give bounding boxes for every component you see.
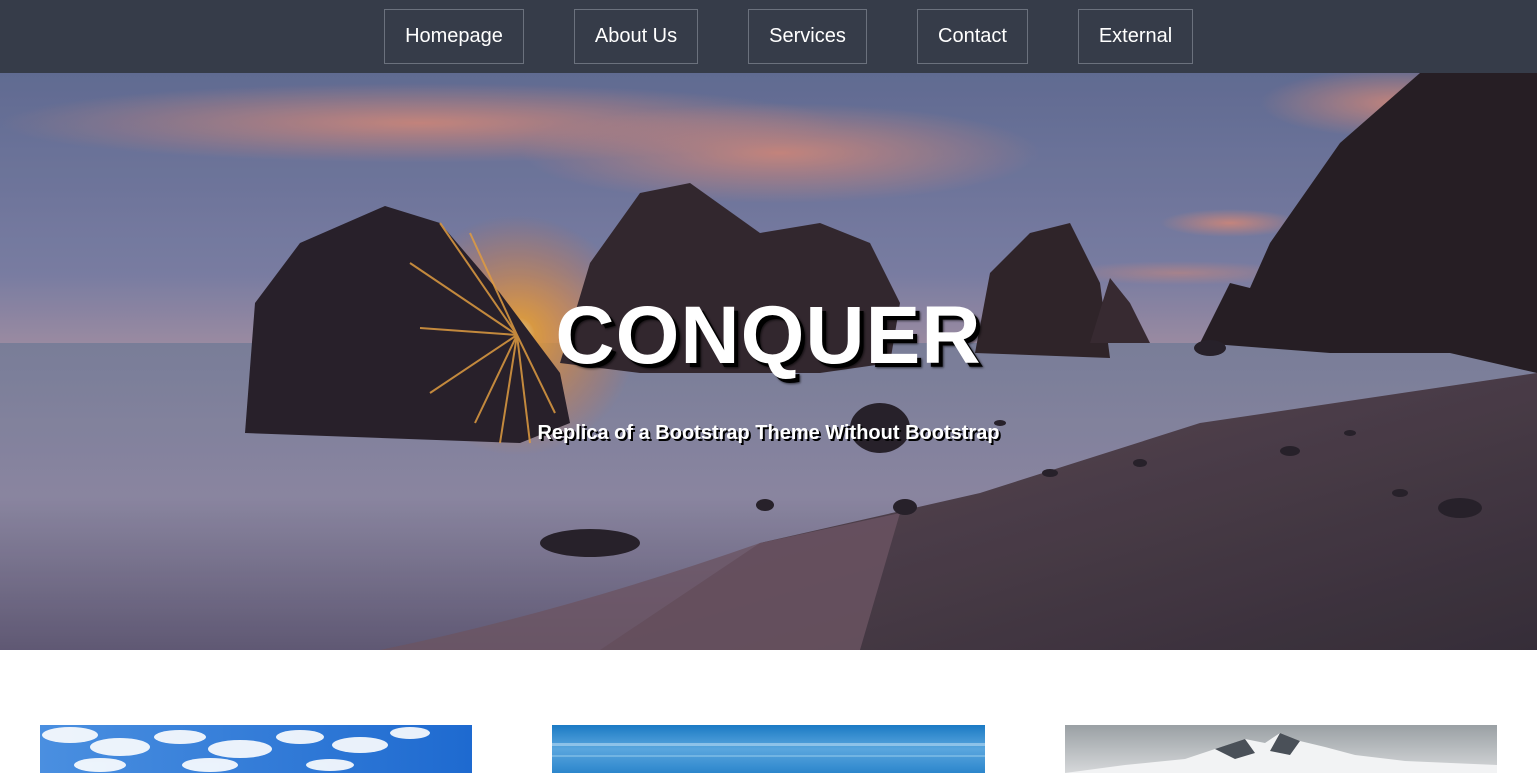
card-image-mountains[interactable]: [1065, 725, 1497, 773]
nav-external-button[interactable]: External: [1078, 9, 1193, 64]
nav-contact-button[interactable]: Contact: [917, 9, 1028, 64]
nav-about-us-button[interactable]: About Us: [574, 9, 698, 64]
feature-cards: [0, 650, 1537, 773]
card-image-sea[interactable]: [552, 725, 985, 773]
card-image-sky[interactable]: [40, 725, 472, 773]
nav-homepage-button[interactable]: Homepage: [384, 9, 524, 64]
nav-services-button[interactable]: Services: [748, 9, 867, 64]
top-navbar: Homepage About Us Services Contact Exter…: [0, 0, 1537, 73]
hero-title: CONQUER: [555, 290, 982, 381]
hero-subtitle: Replica of a Bootstrap Theme Without Boo…: [537, 422, 1000, 444]
hero-section: CONQUER Replica of a Bootstrap Theme Wit…: [0, 73, 1537, 650]
